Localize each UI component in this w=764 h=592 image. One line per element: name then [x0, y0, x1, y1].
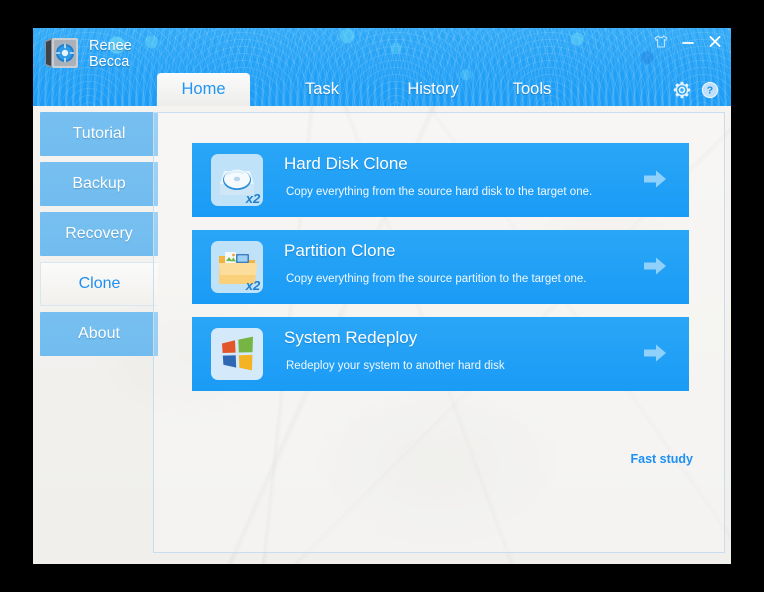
tab-tools-label: Tools	[512, 80, 552, 98]
tab-task[interactable]: Task	[283, 73, 361, 106]
card-title: Partition Clone	[284, 241, 396, 260]
application-window: Renee Becca Home Task History Tools ? Tu…	[33, 28, 731, 564]
card-description: Copy everything from the source partitio…	[286, 273, 587, 285]
svg-text:?: ?	[707, 85, 713, 97]
tab-tools[interactable]: Tools	[493, 73, 571, 106]
gear-icon[interactable]	[673, 81, 691, 99]
arrow-right-icon[interactable]	[643, 255, 667, 277]
sidebar-item-backup[interactable]: Backup	[40, 162, 158, 206]
header-action-icons: ?	[673, 81, 719, 99]
card-description: Copy everything from the source hard dis…	[286, 186, 593, 198]
sidebar-item-label: About	[78, 325, 120, 342]
card-title: System Redeploy	[284, 328, 418, 347]
card-description: Redeploy your system to another hard dis…	[286, 360, 505, 372]
brand-line-1: Renee	[89, 37, 132, 54]
skin-icon[interactable]	[653, 33, 669, 49]
window-controls	[653, 33, 723, 49]
brand-name: Renee Becca	[89, 38, 132, 70]
fast-study-link[interactable]: Fast study	[630, 452, 693, 466]
tab-history[interactable]: History	[385, 73, 481, 106]
close-icon[interactable]	[707, 33, 723, 49]
tab-home[interactable]: Home	[157, 73, 250, 106]
brand-line-2: Becca	[89, 53, 130, 70]
svg-text:x2: x2	[245, 191, 261, 206]
tab-bar: Home Task History Tools ?	[33, 73, 731, 106]
sidebar-item-label: Recovery	[65, 225, 133, 242]
tab-task-label: Task	[305, 80, 339, 98]
sidebar: Tutorial Backup Recovery Clone About	[40, 112, 158, 362]
card-hard-disk-clone[interactable]: x2 Hard Disk Clone Copy everything from …	[192, 143, 689, 217]
help-icon[interactable]: ?	[701, 81, 719, 99]
sidebar-item-about[interactable]: About	[40, 312, 158, 356]
brand: Renee Becca	[43, 37, 132, 70]
tab-history-label: History	[407, 80, 459, 98]
folder-partition-icon: x2	[211, 241, 263, 293]
title-bar: Renee Becca Home Task History Tools ?	[33, 28, 731, 106]
card-system-redeploy[interactable]: System Redeploy Redeploy your system to …	[192, 317, 689, 391]
content-panel: x2 Hard Disk Clone Copy everything from …	[153, 112, 725, 553]
windows-logo-icon	[211, 328, 263, 380]
sidebar-item-label: Clone	[78, 275, 121, 292]
card-title: Hard Disk Clone	[284, 154, 408, 173]
body-area: Tutorial Backup Recovery Clone About x2 …	[33, 106, 731, 564]
sidebar-item-clone[interactable]: Clone	[40, 262, 158, 306]
safe-vault-icon	[45, 38, 78, 68]
card-partition-clone[interactable]: x2 Partition Clone Copy everything from …	[192, 230, 689, 304]
sidebar-item-tutorial[interactable]: Tutorial	[40, 112, 158, 156]
hard-disk-icon: x2	[211, 154, 263, 206]
arrow-right-icon[interactable]	[643, 342, 667, 364]
minimize-icon[interactable]	[680, 33, 696, 49]
sidebar-item-label: Backup	[72, 175, 126, 192]
arrow-right-icon[interactable]	[643, 168, 667, 190]
sidebar-item-label: Tutorial	[72, 125, 126, 142]
sidebar-item-recovery[interactable]: Recovery	[40, 212, 158, 256]
tab-home-label: Home	[181, 80, 226, 98]
svg-text:x2: x2	[245, 278, 261, 293]
